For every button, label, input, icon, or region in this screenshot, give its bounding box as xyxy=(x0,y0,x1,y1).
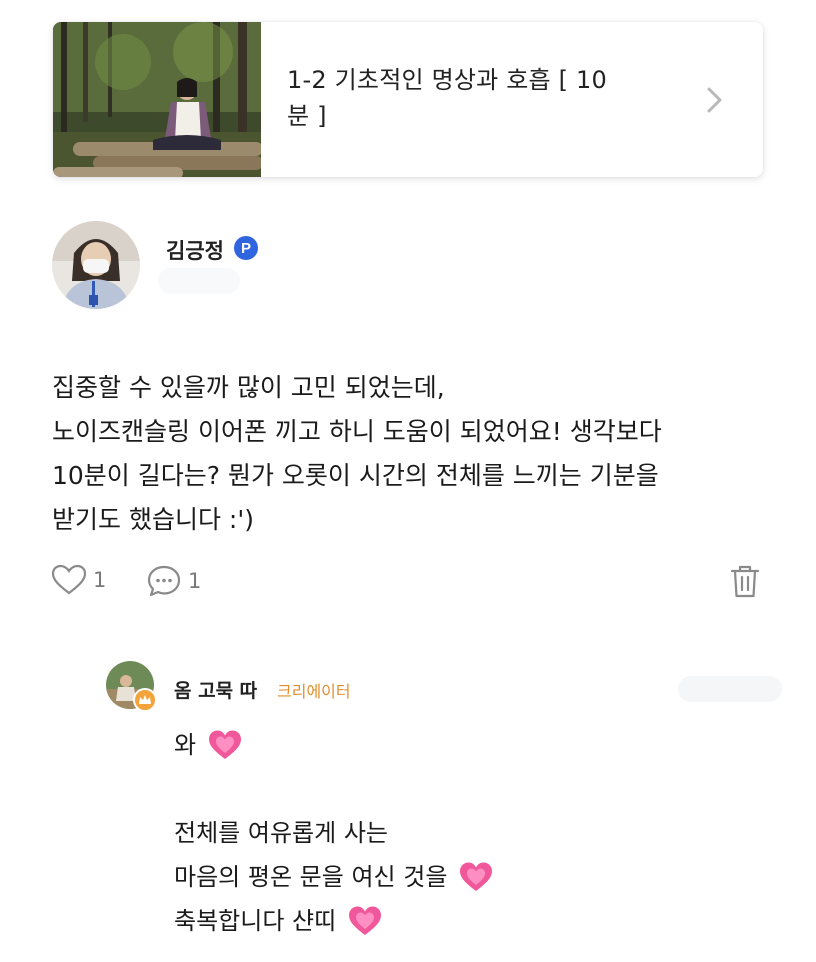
post-thumbnail xyxy=(53,22,261,177)
reply-line: 마음의 평온 문을 여신 것을 xyxy=(174,855,774,899)
post-card[interactable]: 1-2 기초적인 명상과 호흡 [ 10 분 ] xyxy=(53,22,763,177)
crown-icon xyxy=(133,688,157,712)
growing-heart-icon xyxy=(209,730,242,759)
reply-line: 축복합니다 샨띠 xyxy=(174,899,774,943)
heart-outline-icon xyxy=(51,564,87,595)
reply-meta-blurred xyxy=(678,676,782,702)
like-button[interactable]: 1 xyxy=(51,564,106,596)
post-title: 1-2 기초적인 명상과 호흡 [ 10 분 ] xyxy=(287,62,687,134)
growing-heart-icon xyxy=(349,906,382,935)
verified-badge: P xyxy=(234,236,258,260)
trash-icon[interactable] xyxy=(729,563,761,599)
creator-badge: 크리에이터 xyxy=(277,682,351,701)
reply-body: 와 전체를 여유롭게 사는 마음의 평온 문을 여신 것을 축복합니다 샨띠 xyxy=(174,723,774,943)
speech-bubble-icon xyxy=(147,565,181,597)
reply-count: 1 xyxy=(188,569,202,593)
avatar[interactable] xyxy=(52,221,140,309)
author-meta-blurred xyxy=(158,268,240,294)
author-name: 김긍정 xyxy=(166,239,224,263)
post-title-line2: 분 ] xyxy=(287,102,327,130)
growing-heart-icon xyxy=(460,862,493,891)
comment-body: 집중할 수 있을까 많이 고민 되었는데, 노이즈캔슬링 이어폰 끼고 하니 도… xyxy=(52,373,662,534)
reply-line xyxy=(174,767,774,811)
like-count: 1 xyxy=(93,568,107,592)
reply-button[interactable]: 1 xyxy=(146,564,201,598)
chevron-right-icon xyxy=(707,87,722,113)
reply-line: 와 xyxy=(174,723,774,767)
reply-author-name: 옴 고묵 따 xyxy=(174,680,258,702)
post-title-line1: 1-2 기초적인 명상과 호흡 [ 10 xyxy=(287,66,607,94)
reply-line: 전체를 여유롭게 사는 xyxy=(174,819,388,847)
